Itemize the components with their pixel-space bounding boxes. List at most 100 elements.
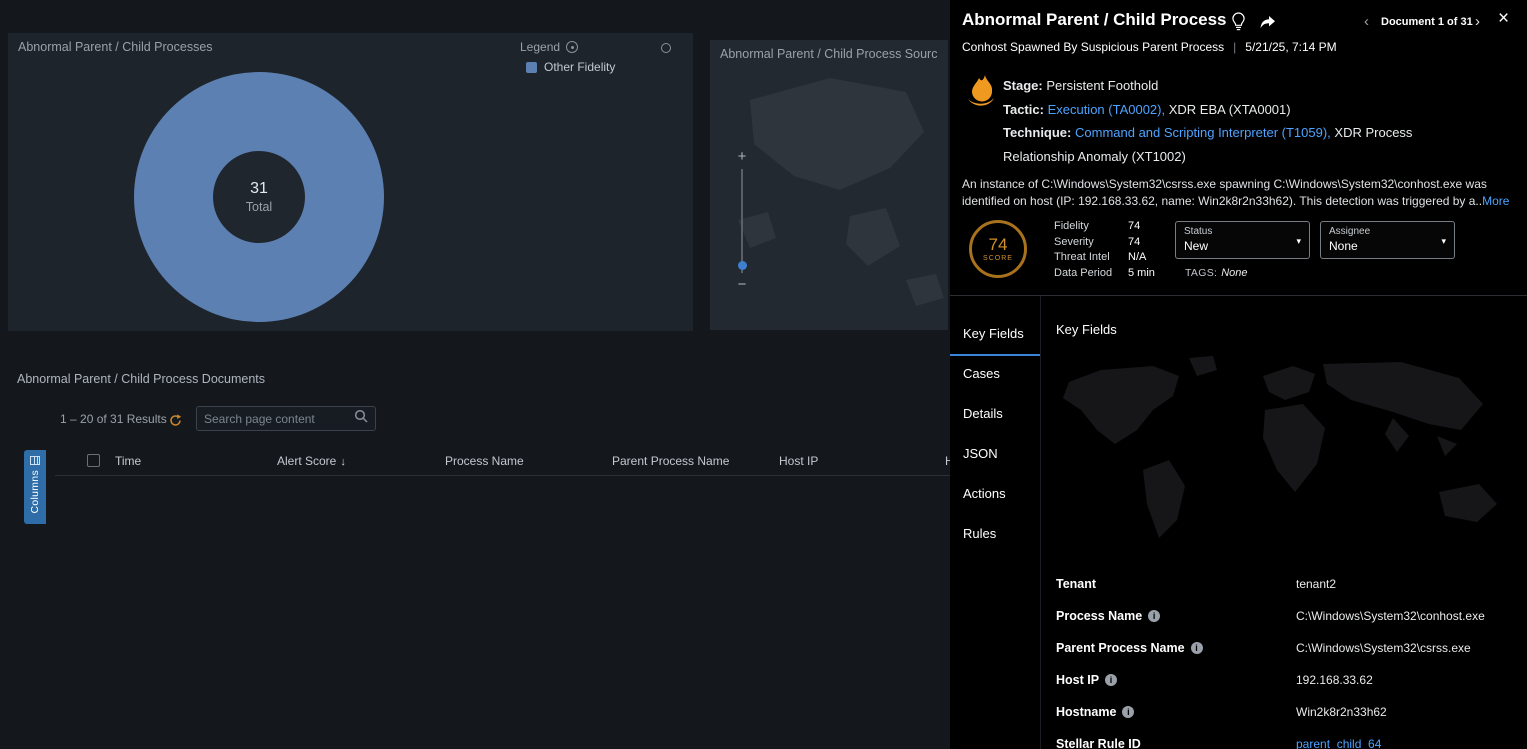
select-all-checkbox[interactable] <box>87 454 100 467</box>
search-input[interactable] <box>204 412 354 426</box>
donut-chart[interactable]: 31 Total <box>134 72 384 322</box>
search-icon[interactable] <box>354 409 368 428</box>
header-alert-score[interactable]: Alert Score↓ <box>269 454 437 468</box>
map-zoom-control: + − <box>732 150 752 292</box>
tags-value: None <box>1221 267 1247 279</box>
sort-desc-icon[interactable]: ↓ <box>340 456 346 468</box>
score-stat-row: Threat IntelN/A <box>1054 250 1155 266</box>
score-stat-row: Fidelity74 <box>1054 219 1155 235</box>
table-header-row: Time Alert Score↓ Process Name Parent Pr… <box>55 446 950 476</box>
refresh-icon[interactable] <box>169 414 182 432</box>
field-value[interactable]: parent_child_64 <box>1296 737 1381 749</box>
stage-info-block: Stage: Persistent Foothold Tactic: Execu… <box>1003 74 1475 168</box>
legend-title: Legend <box>520 40 560 54</box>
prev-document-button[interactable]: ‹ <box>1364 13 1369 30</box>
columns-tab[interactable]: Columns <box>24 450 46 524</box>
detail-title: Abnormal Parent / Child Process <box>962 10 1227 30</box>
tags-label: TAGS: <box>1185 267 1217 279</box>
technique-link[interactable]: Command and Scripting Interpreter (T1059… <box>1075 125 1331 140</box>
info-icon[interactable]: i <box>1148 610 1160 622</box>
next-document-button[interactable]: › <box>1475 13 1480 30</box>
status-dropdown-value: New <box>1184 239 1301 253</box>
donut-total-label: Total <box>246 200 272 214</box>
field-row: Stellar Rule IDparent_child_64 <box>1056 728 1521 749</box>
kill-chain-stage-icon <box>963 73 999 114</box>
alert-timestamp: 5/21/25, 7:14 PM <box>1245 40 1336 54</box>
lightbulb-icon[interactable] <box>1231 12 1246 36</box>
legend-item[interactable]: Other Fidelity <box>526 60 615 74</box>
subtitle-separator: | <box>1233 40 1236 54</box>
caret-down-icon: ▾ <box>1441 236 1446 247</box>
tab-key-fields[interactable]: Key Fields <box>950 316 1040 356</box>
columns-tab-label: Columns <box>29 470 41 514</box>
world-map <box>1041 352 1527 564</box>
donut-panel-title: Abnormal Parent / Child Processes <box>18 40 213 54</box>
tab-rules[interactable]: Rules <box>950 516 1040 556</box>
field-label: Process Namei <box>1056 609 1296 623</box>
field-value: C:\Windows\System32\conhost.exe <box>1296 609 1485 623</box>
detail-tabs: Key FieldsCasesDetailsJSONActionsRules <box>950 296 1040 556</box>
zoom-out-button[interactable]: − <box>738 278 747 292</box>
field-value: tenant2 <box>1296 577 1336 591</box>
stat-label: Threat Intel <box>1054 250 1128 266</box>
stat-value: 74 <box>1128 235 1140 251</box>
content-title: Key Fields <box>1056 322 1117 337</box>
document-counter: Document 1 of 31 <box>1381 16 1473 28</box>
field-label: Stellar Rule ID <box>1056 737 1296 749</box>
documents-table: Time Alert Score↓ Process Name Parent Pr… <box>55 446 950 749</box>
map-panel-title: Abnormal Parent / Child Process Sourc <box>720 47 937 61</box>
alert-detail-panel: Abnormal Parent / Child Process ‹ Docume… <box>950 0 1527 749</box>
header-time[interactable]: Time <box>107 454 269 468</box>
header-parent-process-name[interactable]: Parent Process Name <box>604 454 771 468</box>
panel-menu-icon[interactable] <box>661 43 671 53</box>
tab-cases[interactable]: Cases <box>950 356 1040 396</box>
score-value: 74 <box>989 236 1008 253</box>
field-value: C:\Windows\System32\csrss.exe <box>1296 641 1471 655</box>
zoom-slider-handle[interactable] <box>738 261 747 270</box>
documents-panel-title: Abnormal Parent / Child Process Document… <box>17 372 265 386</box>
zoom-in-button[interactable]: + <box>738 150 747 164</box>
header-host-name[interactable]: H <box>937 454 950 468</box>
field-label: Parent Process Namei <box>1056 641 1296 655</box>
info-icon[interactable]: i <box>1122 706 1134 718</box>
score-label: SCORE <box>983 255 1013 262</box>
search-box <box>196 406 376 431</box>
share-icon[interactable] <box>1259 15 1276 35</box>
alert-rule-name: Conhost Spawned By Suspicious Parent Pro… <box>962 40 1224 54</box>
field-label: Host IPi <box>1056 673 1296 687</box>
donut-total-value: 31 <box>250 180 268 198</box>
field-value: 192.168.33.62 <box>1296 673 1373 687</box>
stat-label: Severity <box>1054 235 1128 251</box>
tab-actions[interactable]: Actions <box>950 476 1040 516</box>
legend-visibility-icon[interactable] <box>566 41 578 53</box>
info-icon[interactable]: i <box>1105 674 1117 686</box>
alert-description: An instance of C:\Windows\System32\csrss… <box>962 176 1519 209</box>
stat-label: Fidelity <box>1054 219 1128 235</box>
score-stat-row: Severity74 <box>1054 235 1155 251</box>
tab-details[interactable]: Details <box>950 396 1040 436</box>
stage-value: Persistent Foothold <box>1046 78 1158 93</box>
more-link[interactable]: More <box>1482 194 1509 208</box>
chart-legend: Legend Other Fidelity <box>520 40 615 74</box>
detail-content: Key Fields Tenanttenant2Process NameiC:\… <box>1040 296 1527 749</box>
status-dropdown-label: Status <box>1184 226 1301 237</box>
info-icon[interactable]: i <box>1191 642 1203 654</box>
donut-center: 31 Total <box>213 151 305 243</box>
field-value: Win2k8r2n33h62 <box>1296 705 1387 719</box>
assignee-dropdown[interactable]: Assignee None ▾ <box>1320 221 1455 259</box>
field-label: Tenant <box>1056 577 1296 591</box>
stat-value: 74 <box>1128 219 1140 235</box>
assignee-dropdown-label: Assignee <box>1329 226 1446 237</box>
table-columns-icon <box>30 456 40 465</box>
tab-json[interactable]: JSON <box>950 436 1040 476</box>
close-icon[interactable]: × <box>1498 8 1509 30</box>
field-row: Process NameiC:\Windows\System32\conhost… <box>1056 600 1521 632</box>
header-host-ip[interactable]: Host IP <box>771 454 937 468</box>
tactic-link[interactable]: Execution (TA0002), <box>1048 102 1166 117</box>
status-dropdown[interactable]: Status New ▾ <box>1175 221 1310 259</box>
source-map-panel: Abnormal Parent / Child Process Sourc + … <box>710 40 948 330</box>
stat-value: N/A <box>1128 250 1146 266</box>
header-process-name[interactable]: Process Name <box>437 454 604 468</box>
zoom-slider[interactable] <box>741 169 743 273</box>
results-summary: 1 – 20 of 31 Results <box>60 412 167 426</box>
